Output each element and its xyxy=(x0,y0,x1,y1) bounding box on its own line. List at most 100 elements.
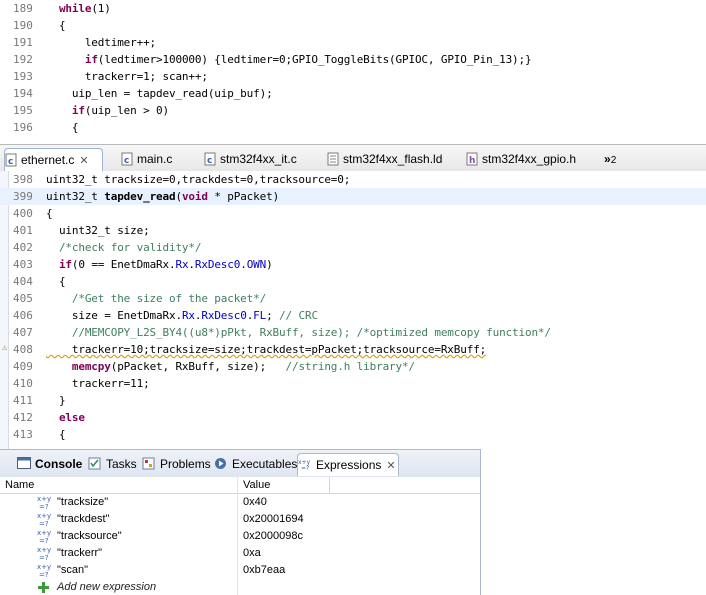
line-number: 193 xyxy=(13,70,33,83)
code-text: while(1) xyxy=(46,0,111,17)
code-line[interactable]: 406 size = EnetDmaRx.Rx.RxDesc0.FL; // C… xyxy=(0,307,706,324)
code-line[interactable]: 412 else xyxy=(0,409,706,426)
line-number: 400 xyxy=(13,207,33,220)
svg-text:h: h xyxy=(469,156,475,166)
code-text: else xyxy=(46,409,85,426)
code-line[interactable]: 401 uint32_t size; xyxy=(0,222,706,239)
expression-row[interactable]: x+y =? "tracksize" 0x40 xyxy=(0,494,480,511)
tab-executables[interactable]: Executables xyxy=(214,453,297,475)
tab-expressions[interactable]: x+y =? Expressions ✕ xyxy=(297,453,399,476)
line-number: 399 xyxy=(13,190,33,203)
code-token: // CRC xyxy=(279,309,318,322)
code-token: ; xyxy=(266,309,280,322)
expression-row[interactable]: x+y =? "trackdest" 0x20001694 xyxy=(0,511,480,528)
code-line[interactable]: 405 /*Get the size of the packet*/ xyxy=(0,290,706,307)
tab-console[interactable]: Console xyxy=(17,453,82,475)
code-line[interactable]: 399 uint32_t tapdev_read(void * pPacket) xyxy=(0,188,706,205)
line-number: 403 xyxy=(13,258,33,271)
expression-row[interactable]: x+y =? "trackerr" 0xa xyxy=(0,545,480,562)
code-line[interactable]: 194 uip_len = tapdev_read(uip_buf); xyxy=(0,85,706,102)
code-line[interactable]: 404 { xyxy=(0,273,706,290)
code-line[interactable]: 409 memcpy(pPacket, RxBuff, size); //str… xyxy=(0,358,706,375)
code-line[interactable]: 398 uint32_t tracksize=0,trackdest=0,trac… xyxy=(0,171,706,188)
tab-stm32f4xx-it-c[interactable]: c stm32f4xx_it.c xyxy=(204,148,297,170)
main-code-editor[interactable]: 398 uint32_t tracksize=0,trackdest=0,trac… xyxy=(0,171,706,449)
code-line[interactable]: ⚠ 408 trackerr=10;tracksize=size;trackdes… xyxy=(0,341,706,358)
tasks-icon xyxy=(88,455,102,470)
close-icon[interactable]: ✕ xyxy=(386,460,395,472)
column-header-value[interactable]: Value xyxy=(238,477,330,493)
code-token: while xyxy=(58,2,92,15)
tab-ethernet-c[interactable]: c ethernet.c ✕ xyxy=(4,148,103,171)
code-text: size = EnetDmaRx.Rx.RxDesc0.FL; // CRC xyxy=(46,307,318,324)
code-text: /*Get the size of the packet*/ xyxy=(46,290,266,307)
line-number: 404 xyxy=(13,275,33,288)
code-line[interactable]: 189 while(1) xyxy=(0,0,706,17)
expression-value[interactable]: 0x40 xyxy=(243,494,267,511)
line-number: 194 xyxy=(13,87,33,100)
code-text: { xyxy=(46,273,66,290)
tab-label: Tasks xyxy=(106,457,137,471)
expression-row[interactable]: x+y =? "scan" 0xb7eaa xyxy=(0,562,480,579)
code-token: uip_len = tapdev_read(uip_buf); xyxy=(46,87,273,100)
column-header-name[interactable]: Name xyxy=(0,477,238,493)
view-tab-bar: Console Tasks Problems Executables x+y =? xyxy=(0,449,480,478)
code-line[interactable]: 400 { xyxy=(0,205,706,222)
code-token: memcpy xyxy=(71,360,111,373)
add-expression-label: Add new expression xyxy=(57,581,157,593)
expression-value[interactable]: 0xb7eaa xyxy=(243,562,285,579)
expression-icon: x+y =? xyxy=(36,511,52,528)
tab-tasks[interactable]: Tasks xyxy=(88,453,137,475)
code-token: (uip_len > 0) xyxy=(84,104,169,117)
add-expression-row[interactable]: Add new expression xyxy=(0,579,480,595)
code-text: { xyxy=(46,119,79,136)
code-text: uip_len = tapdev_read(uip_buf); xyxy=(46,85,273,102)
tab-stm32f4xx-gpio-h[interactable]: h stm32f4xx_gpio.h xyxy=(466,148,576,170)
code-token: void xyxy=(181,190,208,203)
expression-row[interactable]: x+y =? "tracksource" 0x2000098c xyxy=(0,528,480,545)
code-text: { xyxy=(46,426,66,443)
code-line[interactable]: 195 if(uip_len > 0) xyxy=(0,102,706,119)
tab-main-c[interactable]: c main.c xyxy=(121,148,172,170)
expressions-view: Console Tasks Problems Executables x+y =? xyxy=(0,449,481,595)
tab-stm32f4xx-flash-ld[interactable]: stm32f4xx_flash.ld xyxy=(327,148,442,170)
code-token: FL xyxy=(253,309,267,322)
tab-label: main.c xyxy=(137,152,173,166)
editor-tab-bar: c ethernet.c ✕ c main.c c stm32f4xx_it.c … xyxy=(0,144,706,173)
code-line[interactable]: 402 /*check for validity*/ xyxy=(0,239,706,256)
expression-value[interactable]: 0x20001694 xyxy=(243,511,304,528)
tab-problems[interactable]: Problems xyxy=(142,453,211,475)
top-code-editor[interactable]: 189 while(1) 190 {191 ledtimer++; 192 if(l… xyxy=(0,0,706,144)
code-text: if(0 == EnetDmaRx.Rx.RxDesc0.OWN) xyxy=(46,256,273,273)
close-icon[interactable]: ✕ xyxy=(79,150,88,172)
code-token: ledtimer++; xyxy=(46,36,157,49)
code-line[interactable]: 403 if(0 == EnetDmaRx.Rx.RxDesc0.OWN) xyxy=(0,256,706,273)
code-line[interactable]: 196 { xyxy=(0,119,706,136)
c-file-icon: c xyxy=(121,151,133,166)
warning-icon[interactable]: ⚠ xyxy=(2,343,12,353)
svg-text:=?: =? xyxy=(301,465,309,471)
code-token: (pPacket, RxBuff, size); xyxy=(110,360,286,373)
expression-value[interactable]: 0x2000098c xyxy=(243,528,303,545)
expression-icon: x+y =? xyxy=(36,528,52,545)
code-line[interactable]: 192 if(ledtimer>100000) {ledtimer=0;GPIO… xyxy=(0,51,706,68)
code-token: } xyxy=(46,394,66,407)
expression-value[interactable]: 0xa xyxy=(243,545,261,562)
code-line[interactable]: 410 trackerr=11; xyxy=(0,375,706,392)
code-line[interactable]: 190 { xyxy=(0,17,706,34)
code-text: ledtimer++; xyxy=(46,34,156,51)
code-text: uint32_t tapdev_read(void * pPacket) xyxy=(46,188,279,205)
expressions-icon: x+y =? xyxy=(298,456,312,472)
code-line[interactable]: 193 trackerr=1; scan++; xyxy=(0,68,706,85)
tab-overflow-button[interactable]: »2 xyxy=(604,149,616,171)
code-token: { xyxy=(46,428,66,441)
code-line[interactable]: 191 ledtimer++; xyxy=(0,34,706,51)
svg-text:x+y: x+y xyxy=(37,529,51,537)
code-line[interactable]: 413 { xyxy=(0,426,706,443)
svg-text:c: c xyxy=(207,156,212,166)
code-line[interactable]: 411 } xyxy=(0,392,706,409)
code-line[interactable]: 407 //MEMCOPY_L2S_BY4((u8*)pPkt, RxBuff,… xyxy=(0,324,706,341)
code-text: if(uip_len > 0) xyxy=(46,102,169,119)
